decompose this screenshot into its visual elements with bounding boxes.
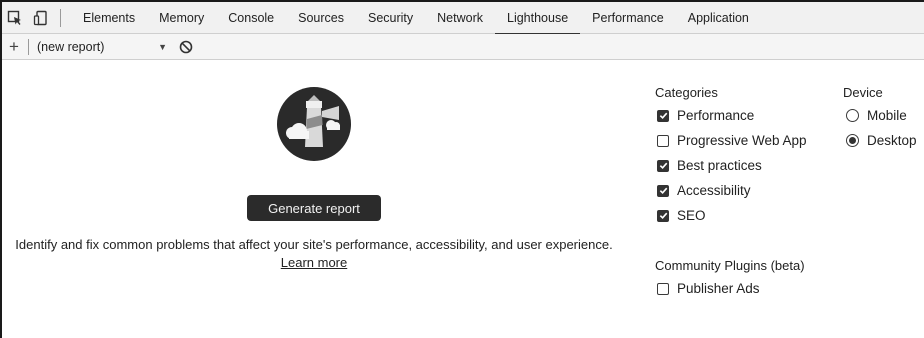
tab-memory[interactable]: Memory [147,2,216,34]
radio-unselected-icon[interactable] [846,109,859,122]
category-performance[interactable]: Performance [657,108,754,123]
category-label: Best practices [677,158,762,173]
checkbox-unchecked-icon[interactable] [657,134,669,147]
tab-sources[interactable]: Sources [286,2,356,34]
device-label: Mobile [867,108,907,123]
generate-report-button[interactable]: Generate report [247,195,381,221]
tab-console[interactable]: Console [216,2,286,34]
category-best-practices[interactable]: Best practices [657,158,762,173]
device-heading: Device [843,85,883,100]
plugin-label: Publisher Ads [677,281,760,296]
description-text: Identify and fix common problems that af… [15,237,613,252]
categories-heading: Categories [655,85,718,100]
checkbox-checked-icon[interactable] [657,159,669,172]
category-label: Progressive Web App [677,133,807,148]
checkbox-checked-icon[interactable] [657,109,669,122]
tab-application[interactable]: Application [676,2,761,34]
add-report-button[interactable]: + [2,34,26,60]
report-select-value: (new report) [37,39,105,54]
lighthouse-description: Identify and fix common problems that af… [8,236,620,272]
inspect-element-icon[interactable] [2,2,28,34]
category-pwa[interactable]: Progressive Web App [657,133,807,148]
checkbox-checked-icon[interactable] [657,209,669,222]
tab-lighthouse[interactable]: Lighthouse [495,2,581,35]
device-mobile[interactable]: Mobile [846,108,907,123]
toolbar-separator [28,38,29,55]
device-label: Desktop [867,133,917,148]
devtools-tabbar: Elements Memory Console Sources Security… [2,2,924,35]
category-accessibility[interactable]: Accessibility [657,183,751,198]
category-label: Accessibility [677,183,751,198]
plugin-publisher-ads[interactable]: Publisher Ads [657,281,760,296]
dropdown-arrow-icon: ▼ [158,41,167,52]
report-select[interactable]: (new report) ▼ [37,40,177,54]
plugins-heading: Community Plugins (beta) [655,258,805,273]
tabbar-separator [60,8,61,27]
tab-elements[interactable]: Elements [71,2,147,34]
device-toolbar-icon[interactable] [28,2,54,34]
radio-selected-icon[interactable] [846,134,859,147]
checkbox-checked-icon[interactable] [657,184,669,197]
category-seo[interactable]: SEO [657,208,706,223]
category-label: SEO [677,208,706,223]
clear-icon[interactable] [177,38,195,56]
learn-more-link[interactable]: Learn more [281,255,347,270]
tab-performance[interactable]: Performance [580,2,676,34]
checkbox-unchecked-icon[interactable] [657,282,669,295]
tab-security[interactable]: Security [356,2,425,34]
device-desktop[interactable]: Desktop [846,133,917,148]
lighthouse-logo-icon [277,87,351,161]
lighthouse-toolbar: + (new report) ▼ [2,34,924,60]
category-label: Performance [677,108,755,123]
tab-network[interactable]: Network [425,2,495,34]
